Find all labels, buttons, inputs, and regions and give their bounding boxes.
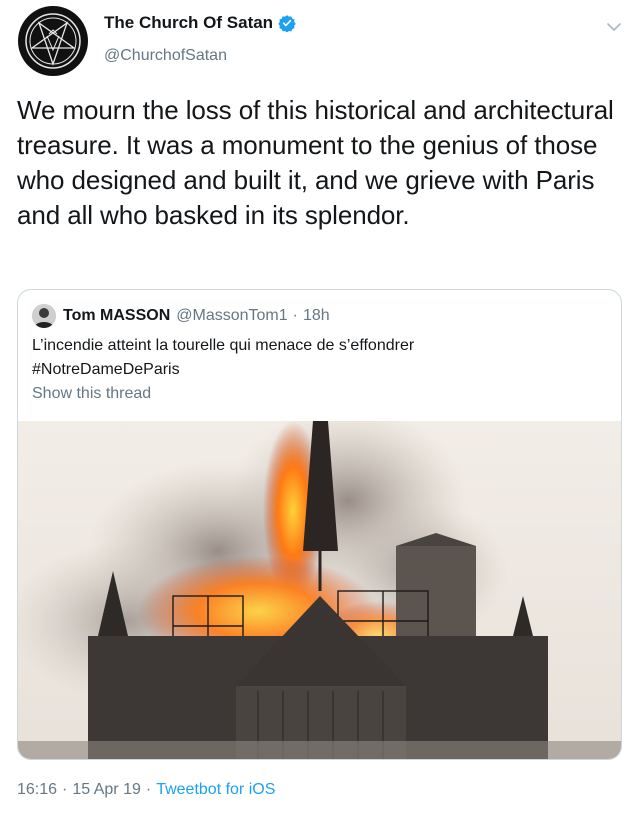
footer-separator: · bbox=[62, 781, 68, 798]
quoted-tweet-card[interactable]: Tom MASSON @MassonTom1 · 18h L’incendie … bbox=[17, 289, 622, 760]
person-avatar-icon bbox=[32, 304, 56, 328]
tweet-time: 16:16 bbox=[17, 781, 58, 798]
sigil-of-baphomet-icon bbox=[19, 7, 87, 75]
author-avatar[interactable] bbox=[18, 6, 88, 76]
quoted-tweet-text: L’incendie atteint la tourelle qui menac… bbox=[32, 334, 607, 382]
author-handle[interactable]: @ChurchofSatan bbox=[104, 47, 227, 65]
quoted-author-handle: @MassonTom1 bbox=[176, 307, 288, 324]
quoted-text-line: L’incendie atteint la tourelle qui menac… bbox=[32, 337, 415, 354]
tweet-text: We mourn the loss of this historical and… bbox=[17, 95, 614, 230]
verified-badge-icon bbox=[278, 15, 296, 32]
author-name[interactable]: The Church Of Satan bbox=[104, 13, 296, 33]
quoted-separator: · bbox=[292, 307, 298, 324]
chevron-down-icon[interactable] bbox=[606, 19, 622, 35]
footer-separator: · bbox=[145, 781, 152, 798]
tweet-date: 15 Apr 19 bbox=[72, 781, 141, 798]
show-thread-link[interactable]: Show this thread bbox=[32, 385, 151, 403]
tweet-footer: 16:16 · 15 Apr 19 · Tweetbot for iOS bbox=[17, 781, 275, 799]
notre-dame-fire-photo[interactable] bbox=[18, 421, 621, 760]
quoted-hashtag[interactable]: #NotreDameDeParis bbox=[32, 358, 607, 382]
tweet-source-link[interactable]: Tweetbot for iOS bbox=[156, 781, 275, 798]
quoted-timestamp: 18h bbox=[302, 307, 330, 324]
author-name-text: The Church Of Satan bbox=[104, 13, 274, 32]
quoted-tweet-header: Tom MASSON @MassonTom1 · 18h bbox=[32, 304, 330, 328]
quoted-author-avatar bbox=[32, 304, 56, 328]
quoted-author-name: Tom MASSON bbox=[63, 307, 171, 324]
